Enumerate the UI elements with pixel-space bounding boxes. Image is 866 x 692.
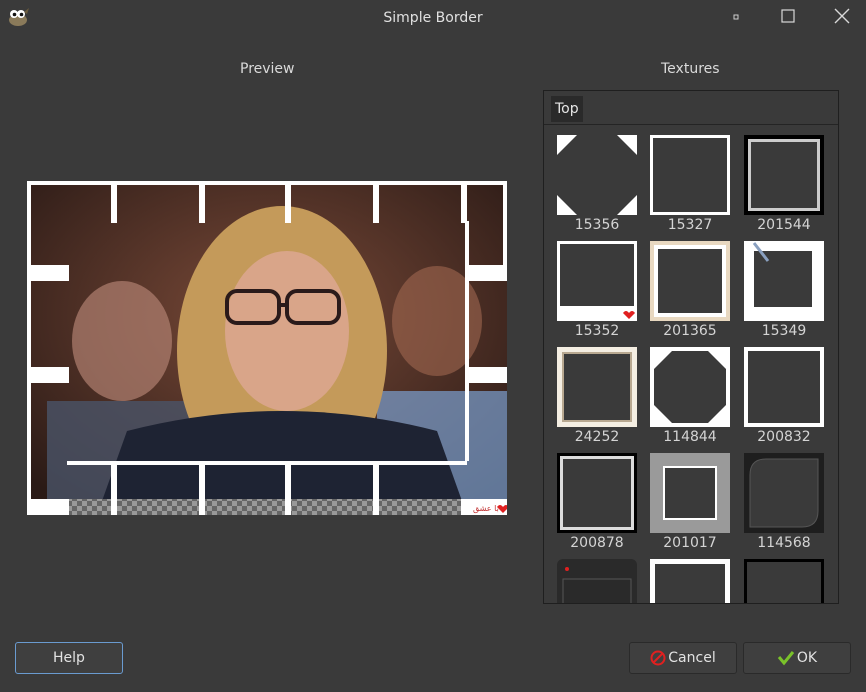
texture-label: 114844 <box>663 429 717 445</box>
texture-thumbnail <box>744 559 824 603</box>
texture-label: 201017 <box>663 535 717 551</box>
texture-thumbnail <box>557 241 637 321</box>
minimize-icon[interactable] <box>724 6 748 28</box>
texture-tile[interactable] <box>744 347 824 427</box>
texture-tile[interactable] <box>744 453 824 533</box>
texture-thumbnail <box>557 347 637 427</box>
texture-tile[interactable] <box>557 347 637 427</box>
cancel-button[interactable]: Cancel <box>629 642 737 674</box>
texture-tile[interactable] <box>650 453 730 533</box>
texture-thumbnail <box>650 559 730 603</box>
cancel-icon <box>650 650 666 666</box>
texture-tile[interactable] <box>744 135 824 215</box>
help-button[interactable]: Help <box>15 642 123 674</box>
preview-heading: Preview <box>240 61 295 77</box>
textures-heading: Textures <box>661 61 720 77</box>
texture-thumbnail <box>557 135 637 215</box>
texture-thumbnail <box>650 241 730 321</box>
ok-button[interactable]: OK <box>743 642 851 674</box>
texture-thumbnail <box>557 559 637 603</box>
texture-tile[interactable] <box>744 559 824 603</box>
texture-label: 24252 <box>574 429 620 445</box>
texture-label: 200878 <box>570 535 624 551</box>
texture-thumbnail <box>650 347 730 427</box>
texture-tile[interactable] <box>650 135 730 215</box>
title-bar: Simple Border <box>0 0 866 36</box>
texture-tile[interactable] <box>650 347 730 427</box>
texture-tile[interactable] <box>557 135 637 215</box>
texture-thumbnail <box>744 453 824 533</box>
preview-image: با عشق <box>27 181 507 515</box>
textures-panel: Top 15356 15327 201544 15352 201365 1534… <box>543 90 839 604</box>
texture-label: 201544 <box>757 217 811 233</box>
texture-label: 200832 <box>757 429 811 445</box>
textures-grid: 15356 15327 201544 15352 201365 15349 24… <box>544 125 838 603</box>
tab-top[interactable]: Top <box>551 96 583 122</box>
texture-label: 15356 <box>574 217 620 233</box>
texture-thumbnail <box>744 347 824 427</box>
ok-button-label: OK <box>796 650 818 666</box>
texture-tile[interactable] <box>650 241 730 321</box>
texture-label: 114568 <box>757 535 811 551</box>
texture-thumbnail <box>650 453 730 533</box>
texture-label: 15352 <box>574 323 620 339</box>
texture-tile[interactable] <box>650 559 730 603</box>
maximize-icon[interactable] <box>776 6 800 28</box>
textures-tab-bar: Top <box>544 91 838 125</box>
texture-label: 15327 <box>667 217 713 233</box>
close-icon[interactable] <box>830 6 854 28</box>
texture-tile[interactable] <box>557 559 637 603</box>
texture-thumbnail <box>557 453 637 533</box>
help-button-label: Help <box>53 650 85 666</box>
checkmark-icon <box>777 651 795 666</box>
texture-tile[interactable] <box>557 241 637 321</box>
texture-thumbnail <box>744 241 824 321</box>
texture-tile[interactable] <box>557 453 637 533</box>
cancel-button-label: Cancel <box>668 650 716 666</box>
preview-stamp-text: با عشق <box>473 504 499 513</box>
texture-label: 15349 <box>761 323 807 339</box>
texture-tile[interactable] <box>744 241 824 321</box>
texture-thumbnail <box>744 135 824 215</box>
texture-thumbnail <box>650 135 730 215</box>
texture-label: 201365 <box>663 323 717 339</box>
